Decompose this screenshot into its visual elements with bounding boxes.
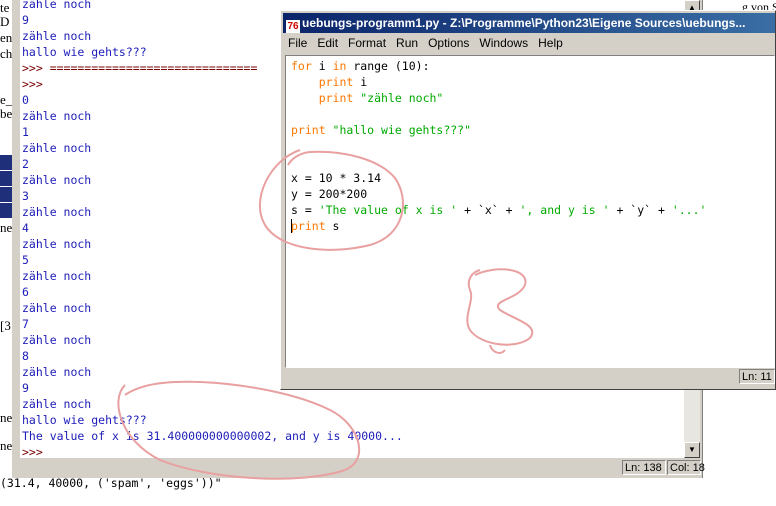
code-token: range (10): — [346, 59, 430, 73]
code-token: + `y` + — [609, 203, 672, 217]
code-line: for i in range (10): — [291, 58, 430, 74]
code-line: print "zähle noch" — [291, 90, 444, 106]
code-line: s = 'The value of x is ' + `x` + ', and … — [291, 202, 706, 218]
code-token: s — [325, 219, 340, 233]
background-selection — [0, 187, 12, 202]
code-string: '...' — [671, 203, 707, 217]
menu-options[interactable]: Options — [423, 34, 474, 53]
shell-line: 9 — [22, 13, 29, 27]
shell-line: zähle noch — [22, 109, 92, 123]
menu-file[interactable]: File — [283, 34, 312, 53]
shell-line: hallo wie gehts??? — [22, 45, 147, 59]
code-keyword: print — [291, 123, 326, 137]
background-text-fragment: ne — [0, 410, 13, 425]
python-app-icon[interactable]: 76 — [286, 20, 300, 33]
code-token: y = 200*200 — [291, 187, 368, 201]
shell-line: 4 — [22, 221, 29, 235]
code-keyword: print — [318, 91, 354, 105]
code-token: + `x` + — [457, 203, 520, 217]
background-text-fragment: ch — [0, 46, 13, 61]
shell-line: >>> — [22, 445, 43, 458]
code-line: print "hallo wie gehts???" — [291, 122, 471, 138]
shell-line: 5 — [22, 253, 29, 267]
background-selection — [0, 155, 12, 170]
background-text-fragment: en — [0, 30, 13, 45]
code-keyword: for — [291, 59, 312, 73]
shell-line: zähle noch — [22, 141, 92, 155]
shell-line: 6 — [22, 285, 29, 299]
shell-line: zähle noch — [22, 397, 92, 411]
code-line: x = 10 * 3.14 — [291, 170, 381, 186]
background-selection — [0, 171, 12, 186]
shell-line: 8 — [22, 349, 29, 363]
code-token: s = — [291, 203, 319, 217]
code-line: print s — [291, 218, 339, 234]
code-string: "hallo wie gehts???" — [325, 123, 472, 137]
shell-line: 1 — [22, 125, 29, 139]
code-string: 'The value of x is ' — [318, 203, 458, 217]
shell-line: 2 — [22, 157, 29, 171]
shell-line: 3 — [22, 189, 29, 203]
shell-line: zähle noch — [22, 269, 92, 283]
background-output-line: (31.4, 40000, ('spam', 'eggs'))" — [0, 476, 222, 490]
shell-line-indicator: Ln: 138 — [622, 460, 666, 475]
editor-title-bar[interactable]: 76 uebungs-programm1.py - Z:\Programme\Py… — [283, 13, 775, 33]
background-selection — [0, 203, 12, 218]
code-editor-area[interactable]: for i in range (10): print i print "zähl… — [285, 55, 775, 368]
menu-bar: File Edit Format Run Options Windows Help — [283, 34, 775, 53]
menu-run[interactable]: Run — [391, 34, 423, 53]
menu-windows[interactable]: Windows — [474, 34, 533, 53]
scroll-down-icon[interactable]: ▼ — [684, 442, 700, 458]
shell-line: zähle noch — [22, 301, 92, 315]
editor-line-indicator: Ln: 11 — [739, 369, 775, 384]
menu-edit[interactable]: Edit — [312, 34, 343, 53]
editor-title: uebungs-programm1.py - Z:\Programme\Pyth… — [302, 16, 746, 30]
shell-line: The value of x is 31.400000000000002, an… — [22, 429, 403, 443]
shell-line: zähle noch — [22, 365, 92, 379]
shell-line: >>> ============================== — [22, 61, 258, 75]
text-cursor — [291, 219, 292, 233]
code-token: i — [353, 75, 368, 89]
menu-format[interactable]: Format — [343, 34, 391, 53]
code-line: y = 200*200 — [291, 186, 367, 202]
shell-line: zähle noch — [22, 29, 92, 43]
code-keyword: in — [332, 59, 347, 73]
background-text-fragment: [3 — [0, 318, 11, 333]
shell-line: 7 — [22, 317, 29, 331]
shell-line: zähle noch — [22, 0, 92, 11]
code-string: "zähle noch" — [353, 91, 444, 105]
shell-line: 0 — [22, 93, 29, 107]
code-token: i — [311, 59, 333, 73]
shell-status-bar: Ln: 138 Col: 18 — [12, 458, 705, 478]
shell-line: 9 — [22, 381, 29, 395]
code-token: x = 10 * 3.14 — [291, 171, 382, 185]
shell-col-indicator: Col: 18 — [667, 460, 705, 475]
code-string: ', and y is ' — [519, 203, 610, 217]
background-text-fragment: be — [0, 106, 13, 121]
background-text-fragment: ne — [0, 438, 13, 453]
background-text-fragment: ne — [0, 220, 13, 235]
shell-line: zähle noch — [22, 237, 92, 251]
code-keyword: print — [291, 219, 326, 233]
menu-help[interactable]: Help — [533, 34, 568, 53]
shell-line: zähle noch — [22, 205, 92, 219]
shell-line: zähle noch — [22, 173, 92, 187]
shell-line: zähle noch — [22, 333, 92, 347]
code-line: print i — [291, 74, 367, 90]
shell-line: hallo wie gehts??? — [22, 413, 147, 427]
editor-window[interactable]: 76 uebungs-programm1.py - Z:\Programme\Py… — [280, 10, 776, 390]
editor-status-bar: Ln: 11 — [283, 369, 775, 387]
code-keyword: print — [318, 75, 354, 89]
background-text-fragment: D — [0, 14, 10, 29]
shell-line: >>> — [22, 77, 43, 91]
